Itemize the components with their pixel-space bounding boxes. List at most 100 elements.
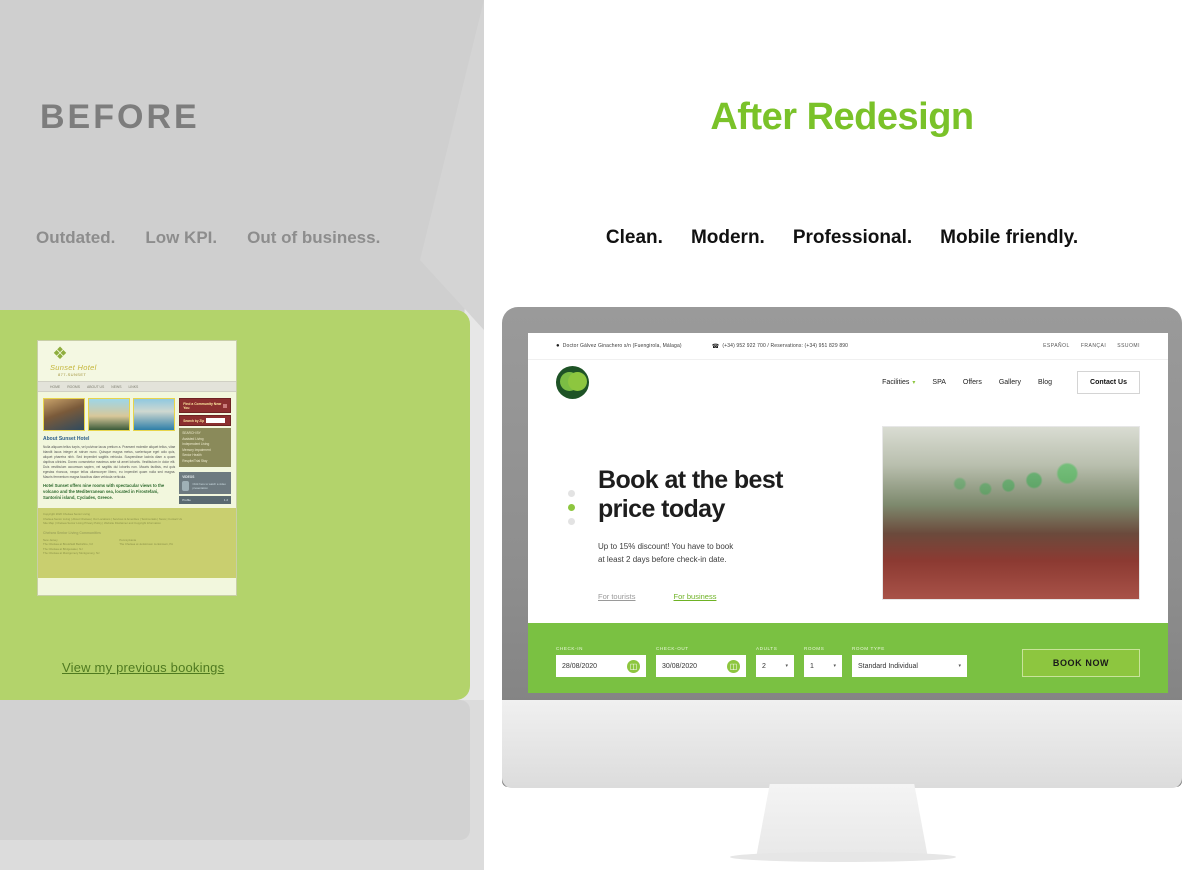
video-widget-text: Click here to watch a video presentation (192, 482, 226, 490)
checkin-input[interactable]: 28/08/2020 ◫ (556, 655, 646, 677)
video-pager[interactable]: 1 2 (224, 498, 228, 502)
checkin-field: CHECK-IN 28/08/2020 ◫ (556, 646, 646, 677)
checkout-input[interactable]: 30/08/2020 ◫ (656, 655, 746, 677)
footer-col2-item-1[interactable]: The Chelsea at Jenkintown Jenkintown, PA (119, 542, 173, 547)
old-nav-item-home[interactable]: HOME (50, 385, 60, 389)
footer-col1-item-1[interactable]: The Chelsea at Brookfield Berkshire, NJ (43, 542, 99, 547)
before-tag-out-of-business: Out of business. (247, 228, 381, 247)
topbar-address: ● Doctor Gálvez Ginachero s/n (Fuengirol… (556, 343, 682, 349)
nav-item-blog[interactable]: Blog (1038, 379, 1052, 386)
footer-link-privacy[interactable]: Chelsea Senior Living Privacy Policy (56, 521, 101, 525)
location-pin-icon: ● (556, 343, 560, 349)
calendar-icon[interactable]: ◫ (727, 659, 740, 673)
footer-link-sitemap[interactable]: Site Map (43, 521, 54, 525)
topbar-language-switcher[interactable]: ESPAÑOL FRANÇAI SSUOMI (1043, 343, 1140, 349)
monitor-chin (502, 700, 1182, 788)
old-site-header: ❖ Sunset Hotel 877-SUNSET (38, 341, 236, 381)
category-item-respite-trial-stay[interactable]: Respite/Trial Stay (182, 459, 228, 465)
footer-link-disclaimer[interactable]: Website Disclaimer and Copyright Informa… (104, 521, 161, 525)
old-website-screenshot: ❖ Sunset Hotel 877-SUNSET HOME ROOMS ABO… (37, 340, 237, 596)
contact-us-button[interactable]: Contact Us (1077, 370, 1140, 394)
comparison-slide: BEFORE Outdated. Low KPI. Out of busines… (0, 0, 1200, 870)
nav-item-spa[interactable]: SPA (932, 379, 946, 386)
adults-field: ADULTS 2 ▾ (756, 646, 794, 677)
video-profile-label: Profile (182, 498, 191, 502)
gallery-thumb-2[interactable] (88, 398, 130, 431)
nav-facilities-label: Facilities (882, 378, 910, 386)
footer-link-services[interactable]: Services & Amenities (113, 517, 139, 521)
after-heading: After Redesign (710, 96, 974, 138)
hero-text-block: Book at the best price today Up to 15% d… (598, 466, 858, 601)
footer-communities-columns: New Jersey The Chelsea at Brookfield Ber… (43, 538, 231, 556)
book-now-button[interactable]: BOOK NOW (1022, 649, 1140, 677)
old-nav-item-news[interactable]: NEWS (111, 385, 121, 389)
adults-select[interactable]: 2 ▾ (756, 655, 794, 677)
footer-link-testimonials[interactable]: Testimonials (141, 517, 156, 521)
checkin-value: 28/08/2020 (562, 662, 598, 670)
footer-col1-item-3[interactable]: The Chelsea at Montgomery Montgomery, NJ (43, 551, 99, 556)
old-site-nav[interactable]: HOME ROOMS ABOUT US NEWS LINKS (38, 381, 236, 392)
slider-dot-1[interactable] (568, 490, 575, 497)
chevron-down-icon: ▾ (912, 379, 916, 386)
after-tagline: Clean. Modern. Professional. Mobile frie… (484, 227, 1200, 249)
hero-paragraph-line-2: at least 2 days before check-in date. (598, 555, 727, 564)
slider-dot-2-active[interactable] (568, 504, 575, 511)
old-article-highlight: Hotel Sunset offers nine rooms with spec… (43, 483, 165, 500)
old-sidebar-find-community[interactable]: Find a Community Near You (179, 398, 231, 413)
hero-heading: Book at the best price today (598, 466, 858, 524)
chevron-down-icon: ▾ (833, 663, 836, 669)
link-for-tourists[interactable]: For tourists (598, 592, 636, 601)
hero-section: Book at the best price today Up to 15% d… (528, 404, 1168, 622)
gallery-thumb-3[interactable] (133, 398, 175, 431)
link-for-business[interactable]: For business (674, 592, 717, 601)
zip-search-input[interactable] (206, 418, 225, 423)
footer-link-locations[interactable]: Our Locations (93, 517, 110, 521)
language-francais[interactable]: FRANÇAI (1081, 343, 1106, 349)
website-screen: ● Doctor Gálvez Ginachero s/n (Fuengirol… (528, 333, 1168, 693)
nav-item-offers[interactable]: Offers (963, 379, 982, 386)
old-sidebar-video-widget: VIDEOS Click here to watch a video prese… (179, 472, 231, 494)
rooms-value: 1 (810, 662, 814, 670)
roomtype-select[interactable]: Standard Individual ▾ (852, 655, 967, 677)
topbar-phone[interactable]: ☎ (+34) 952 922 700 / Reservations: (+34… (712, 343, 848, 350)
old-site-body: About Sunset Hotel Nulla aliquam tellus … (38, 392, 236, 504)
hotel-logo-icon[interactable] (556, 365, 589, 399)
old-sidebar-zip-search[interactable]: Search by Zip (179, 415, 231, 426)
footer-link-about[interactable]: About Chelsea (72, 517, 90, 521)
footer-link-chelsea[interactable]: Chelsea Senior Living (43, 517, 70, 521)
language-espanol[interactable]: ESPAÑOL (1043, 343, 1070, 349)
footer-column-pennsylvania: Pennsylvania The Chelsea at Jenkintown J… (119, 538, 173, 556)
calendar-icon[interactable]: ◫ (627, 659, 640, 673)
after-tag-modern: Modern. (690, 227, 765, 248)
booking-bar: CHECK-IN 28/08/2020 ◫ CHECK-OUT 30/08/20… (528, 623, 1168, 693)
monitor-stand-base (730, 852, 956, 862)
language-suomi[interactable]: SSUOMI (1117, 343, 1140, 349)
old-sidebar-category-list: SEARCH BY Assisted Living Independent Li… (179, 428, 231, 467)
hero-photo-hotel-bar (882, 426, 1140, 600)
topbar-address-text: Doctor Gálvez Ginachero s/n (Fuengirola,… (562, 343, 682, 349)
play-icon[interactable] (182, 481, 190, 491)
old-nav-item-about[interactable]: ABOUT US (87, 385, 104, 389)
before-tagline: Outdated. Low KPI. Out of business. (36, 228, 380, 248)
old-sidebar-video-footer[interactable]: Profile 1 2 (179, 496, 231, 504)
nav-item-facilities[interactable]: Facilities ▾ (882, 379, 915, 386)
old-nav-item-links[interactable]: LINKS (128, 385, 138, 389)
before-lower-inner-panel (0, 700, 470, 840)
old-site-gallery (43, 398, 175, 431)
footer-links-secondary[interactable]: Site Map | Chelsea Senior Living Privacy… (43, 521, 231, 526)
checkout-field: CHECK-OUT 30/08/2020 ◫ (656, 646, 746, 677)
hero-links: For tourists For business (598, 592, 858, 601)
hero-slider-dots[interactable] (568, 490, 575, 525)
old-site-main-column: About Sunset Hotel Nulla aliquam tellus … (43, 398, 175, 504)
previous-bookings-link[interactable]: View my previous bookings (62, 660, 224, 675)
old-article-heading: About Sunset Hotel (43, 436, 90, 442)
rooms-select[interactable]: 1 ▾ (804, 655, 842, 677)
video-widget-row[interactable]: Click here to watch a video presentation (182, 481, 228, 491)
old-nav-item-rooms[interactable]: ROOMS (67, 385, 80, 389)
slider-dot-3[interactable] (568, 518, 575, 525)
gallery-thumb-1[interactable] (43, 398, 85, 431)
footer-link-contact[interactable]: Contact Us (168, 517, 182, 521)
nav-item-gallery[interactable]: Gallery (999, 379, 1021, 386)
footer-link-news[interactable]: News (159, 517, 166, 521)
after-tag-professional: Professional. (792, 227, 913, 248)
